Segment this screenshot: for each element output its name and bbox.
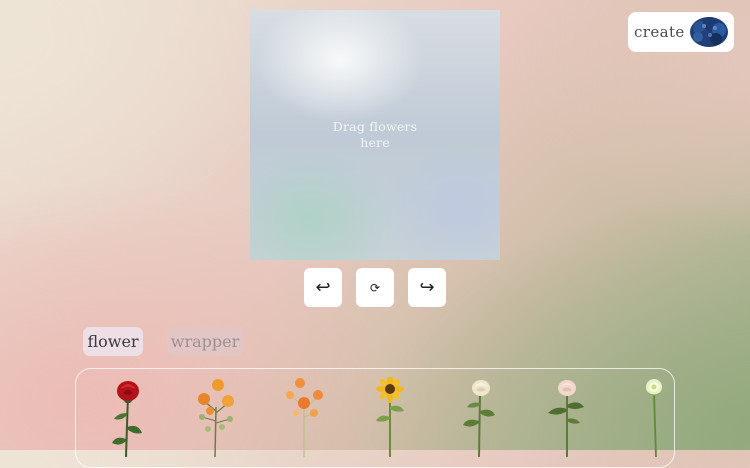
peach-rose-icon <box>548 380 584 457</box>
tab-flower[interactable]: flower <box>83 327 143 356</box>
red-rose-item[interactable] <box>98 377 154 457</box>
orange-poppy-icon <box>286 378 323 457</box>
cream-rose-item[interactable] <box>451 377 507 457</box>
green-chrysanthemum-item[interactable] <box>626 377 674 457</box>
peach-rose-item[interactable] <box>538 377 594 457</box>
undo-button[interactable]: ↩ <box>304 268 342 307</box>
red-rose-icon <box>112 381 142 457</box>
create-button[interactable]: create <box>628 12 734 52</box>
tab-wrapper[interactable]: wrapper <box>167 327 243 356</box>
create-label: create <box>634 23 685 41</box>
orange-spray-rose-icon <box>198 379 234 457</box>
sunflower-item[interactable] <box>362 377 418 457</box>
reset-button[interactable]: ⟳ <box>356 268 394 307</box>
redo-button[interactable]: ↪ <box>408 268 446 307</box>
redo-icon: ↪ <box>419 277 435 298</box>
bouquet-canvas[interactable]: Drag flowers here <box>250 10 500 260</box>
flower-tray <box>75 368 675 468</box>
sunflower-icon <box>376 377 404 457</box>
blue-hydrangea-icon <box>689 17 728 47</box>
canvas-hint: Drag flowers here <box>332 119 418 150</box>
reset-icon: ⟳ <box>369 280 381 295</box>
green-chrysanthemum-icon <box>646 379 662 457</box>
undo-icon: ↩ <box>315 277 331 298</box>
orange-poppy-item[interactable] <box>276 377 332 457</box>
orange-spray-rose-item[interactable] <box>188 377 244 457</box>
cream-rose-icon <box>463 380 495 457</box>
